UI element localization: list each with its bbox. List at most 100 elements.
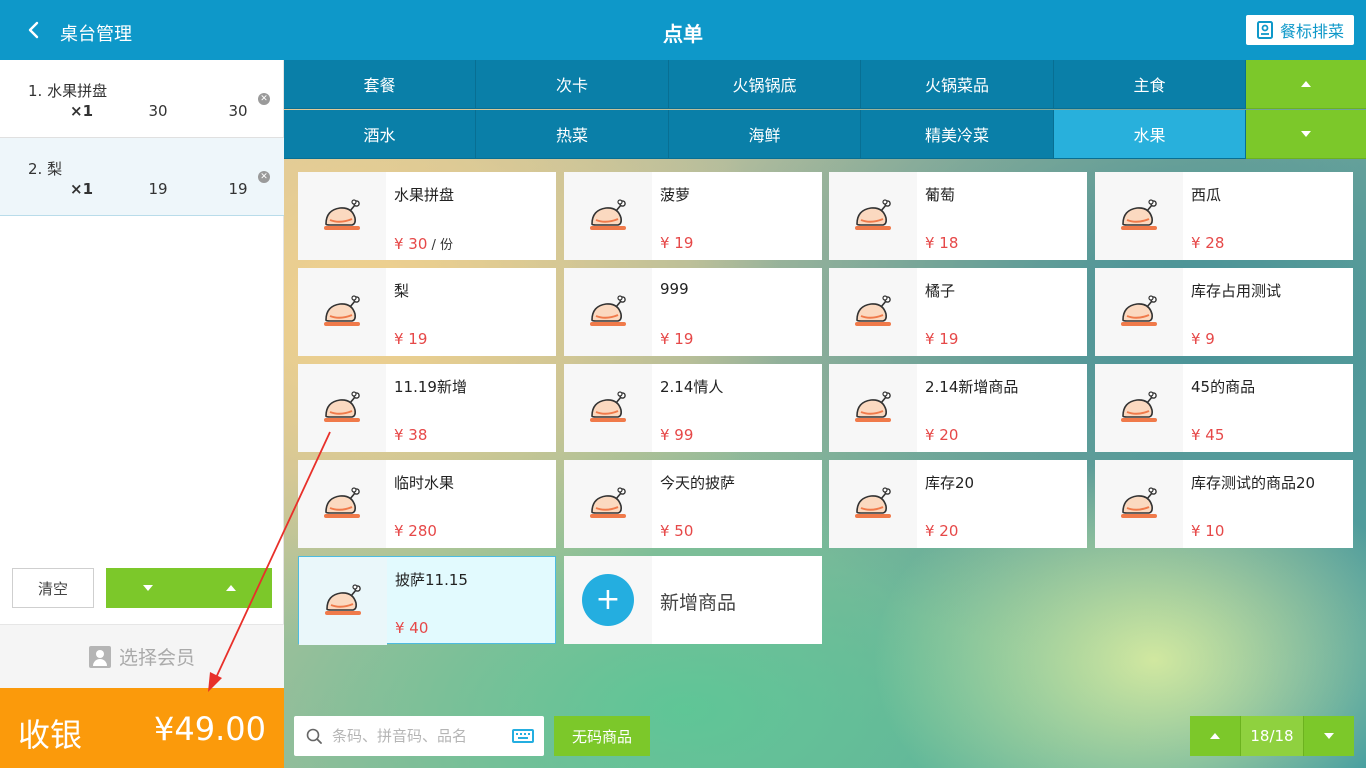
product-price-value: ¥ 280	[394, 522, 437, 540]
product-thumb	[829, 460, 917, 548]
product-name: 披萨11.15	[395, 571, 468, 589]
product-price: ¥ 50	[660, 522, 693, 540]
product-card[interactable]: 葡萄 ¥ 18	[829, 172, 1087, 260]
product-name: 999	[660, 280, 689, 298]
tab-category[interactable]: 套餐	[284, 60, 476, 109]
product-price-value: ¥ 9	[1191, 330, 1215, 348]
product-price-value: ¥ 99	[660, 426, 694, 444]
product-card-selected[interactable]: 披萨11.15 ¥ 40	[298, 556, 556, 645]
order-item-qty: ×1	[70, 180, 94, 198]
product-card[interactable]: 45的商品 ¥ 45	[1095, 364, 1353, 452]
select-member-button[interactable]: 选择会员	[0, 624, 284, 688]
product-card[interactable]: 梨 ¥ 19	[298, 268, 556, 356]
product-thumb	[829, 268, 917, 356]
product-price: ¥ 19	[660, 330, 693, 348]
roast-chicken-icon	[590, 487, 626, 518]
product-thumb	[829, 364, 917, 452]
search-box	[294, 716, 544, 756]
triangle-up-icon	[1210, 733, 1220, 739]
tab-category[interactable]: 次卡	[476, 60, 669, 109]
product-name: 45的商品	[1191, 378, 1256, 396]
roast-chicken-icon	[1121, 391, 1157, 422]
page-up-button[interactable]	[1190, 716, 1240, 756]
product-name: 今天的披萨	[660, 474, 736, 492]
product-name: 2.14新增商品	[925, 378, 1019, 396]
no-code-product-button[interactable]: 无码商品	[554, 716, 650, 756]
roast-chicken-icon	[324, 487, 360, 518]
product-name: 11.19新增	[394, 378, 467, 396]
product-thumb	[1095, 364, 1183, 452]
product-thumb	[564, 364, 652, 452]
product-card[interactable]: 库存占用测试 ¥ 9	[1095, 268, 1353, 356]
remove-item-icon[interactable]: ✕	[258, 171, 270, 183]
tab-category-active[interactable]: 水果	[1054, 110, 1246, 159]
product-price-value: ¥ 20	[925, 426, 959, 444]
product-card[interactable]: 2.14新增商品 ¥ 20	[829, 364, 1087, 452]
select-member-label: 选择会员	[118, 647, 195, 669]
roast-chicken-icon	[855, 487, 891, 518]
back-to-table-management[interactable]: 桌台管理	[60, 20, 132, 46]
roast-chicken-icon	[1121, 487, 1157, 518]
tab-category[interactable]: 火锅菜品	[861, 60, 1054, 109]
product-card[interactable]: 11.19新增 ¥ 38	[298, 364, 556, 452]
plus-icon: +	[582, 574, 634, 626]
product-price-value: ¥ 20	[925, 522, 959, 540]
tab-category[interactable]: 火锅锅底	[669, 60, 861, 109]
roast-chicken-icon	[590, 295, 626, 326]
order-item[interactable]: 1. 水果拼盘 ×1 30 30 ✕	[0, 60, 284, 138]
order-item[interactable]: 2. 梨 ×1 19 19 ✕	[0, 138, 284, 216]
page-title: 点单	[663, 22, 703, 46]
triangle-down-icon	[1301, 131, 1311, 137]
product-card[interactable]: 库存测试的商品20 ¥ 10	[1095, 460, 1353, 548]
product-unit: / 份	[427, 238, 454, 253]
product-thumb	[829, 172, 917, 260]
product-name: 梨	[394, 282, 410, 300]
tab-category[interactable]: 热菜	[476, 110, 669, 159]
order-scroll-buttons	[106, 568, 272, 608]
roast-chicken-icon	[325, 584, 361, 615]
product-card[interactable]: 西瓜 ¥ 28	[1095, 172, 1353, 260]
search-input[interactable]	[332, 724, 502, 748]
product-card[interactable]: 橘子 ¥ 19	[829, 268, 1087, 356]
page-down-button[interactable]	[1304, 716, 1354, 756]
category-scroll-down-button[interactable]	[1246, 110, 1366, 159]
product-card[interactable]: 临时水果 ¥ 280	[298, 460, 556, 548]
product-card[interactable]: 库存20 ¥ 20	[829, 460, 1087, 548]
product-name: 橘子	[925, 282, 956, 300]
roast-chicken-icon	[855, 391, 891, 422]
product-name: 临时水果	[394, 474, 455, 492]
checkout-button[interactable]: 收银 ¥49.00	[0, 688, 284, 768]
product-price: ¥ 19	[394, 330, 427, 348]
clear-button[interactable]: 清空	[12, 568, 94, 608]
tab-category[interactable]: 海鲜	[669, 110, 861, 159]
product-price: ¥ 99	[660, 426, 693, 444]
product-card[interactable]: 今天的披萨 ¥ 50	[564, 460, 822, 548]
product-card[interactable]: 菠萝 ¥ 19	[564, 172, 822, 260]
product-card[interactable]: 999 ¥ 19	[564, 268, 822, 356]
product-name: 水果拼盘	[394, 186, 455, 204]
meal-standard-button[interactable]: 餐标排菜	[1246, 15, 1354, 45]
remove-item-icon[interactable]: ✕	[258, 93, 270, 105]
product-price-value: ¥ 19	[394, 330, 428, 348]
chevron-left-icon[interactable]	[22, 18, 46, 42]
keyboard-icon[interactable]	[512, 729, 534, 743]
product-card[interactable]: 2.14情人 ¥ 99	[564, 364, 822, 452]
product-card[interactable]: 水果拼盘 ¥ 30 / 份	[298, 172, 556, 260]
product-price: ¥ 18	[925, 234, 958, 252]
category-scroll-up-button[interactable]	[1246, 60, 1366, 109]
order-item-qty: ×1	[70, 102, 94, 120]
page-indicator: 18/18	[1240, 716, 1304, 756]
tab-category[interactable]: 主食	[1054, 60, 1246, 109]
order-item-price: 30	[148, 102, 168, 120]
tab-category[interactable]: 酒水	[284, 110, 476, 159]
order-scroll-up-button[interactable]	[189, 568, 272, 608]
product-name: 葡萄	[925, 186, 956, 204]
order-scroll-down-button[interactable]	[106, 568, 189, 608]
roast-chicken-icon	[324, 199, 360, 230]
tab-category[interactable]: 精美冷菜	[861, 110, 1054, 159]
product-price: ¥ 30 / 份	[394, 234, 453, 253]
triangle-down-icon	[142, 585, 153, 591]
product-thumb	[1095, 172, 1183, 260]
roast-chicken-icon	[855, 199, 891, 230]
add-product-button[interactable]: + 新增商品	[564, 556, 822, 644]
